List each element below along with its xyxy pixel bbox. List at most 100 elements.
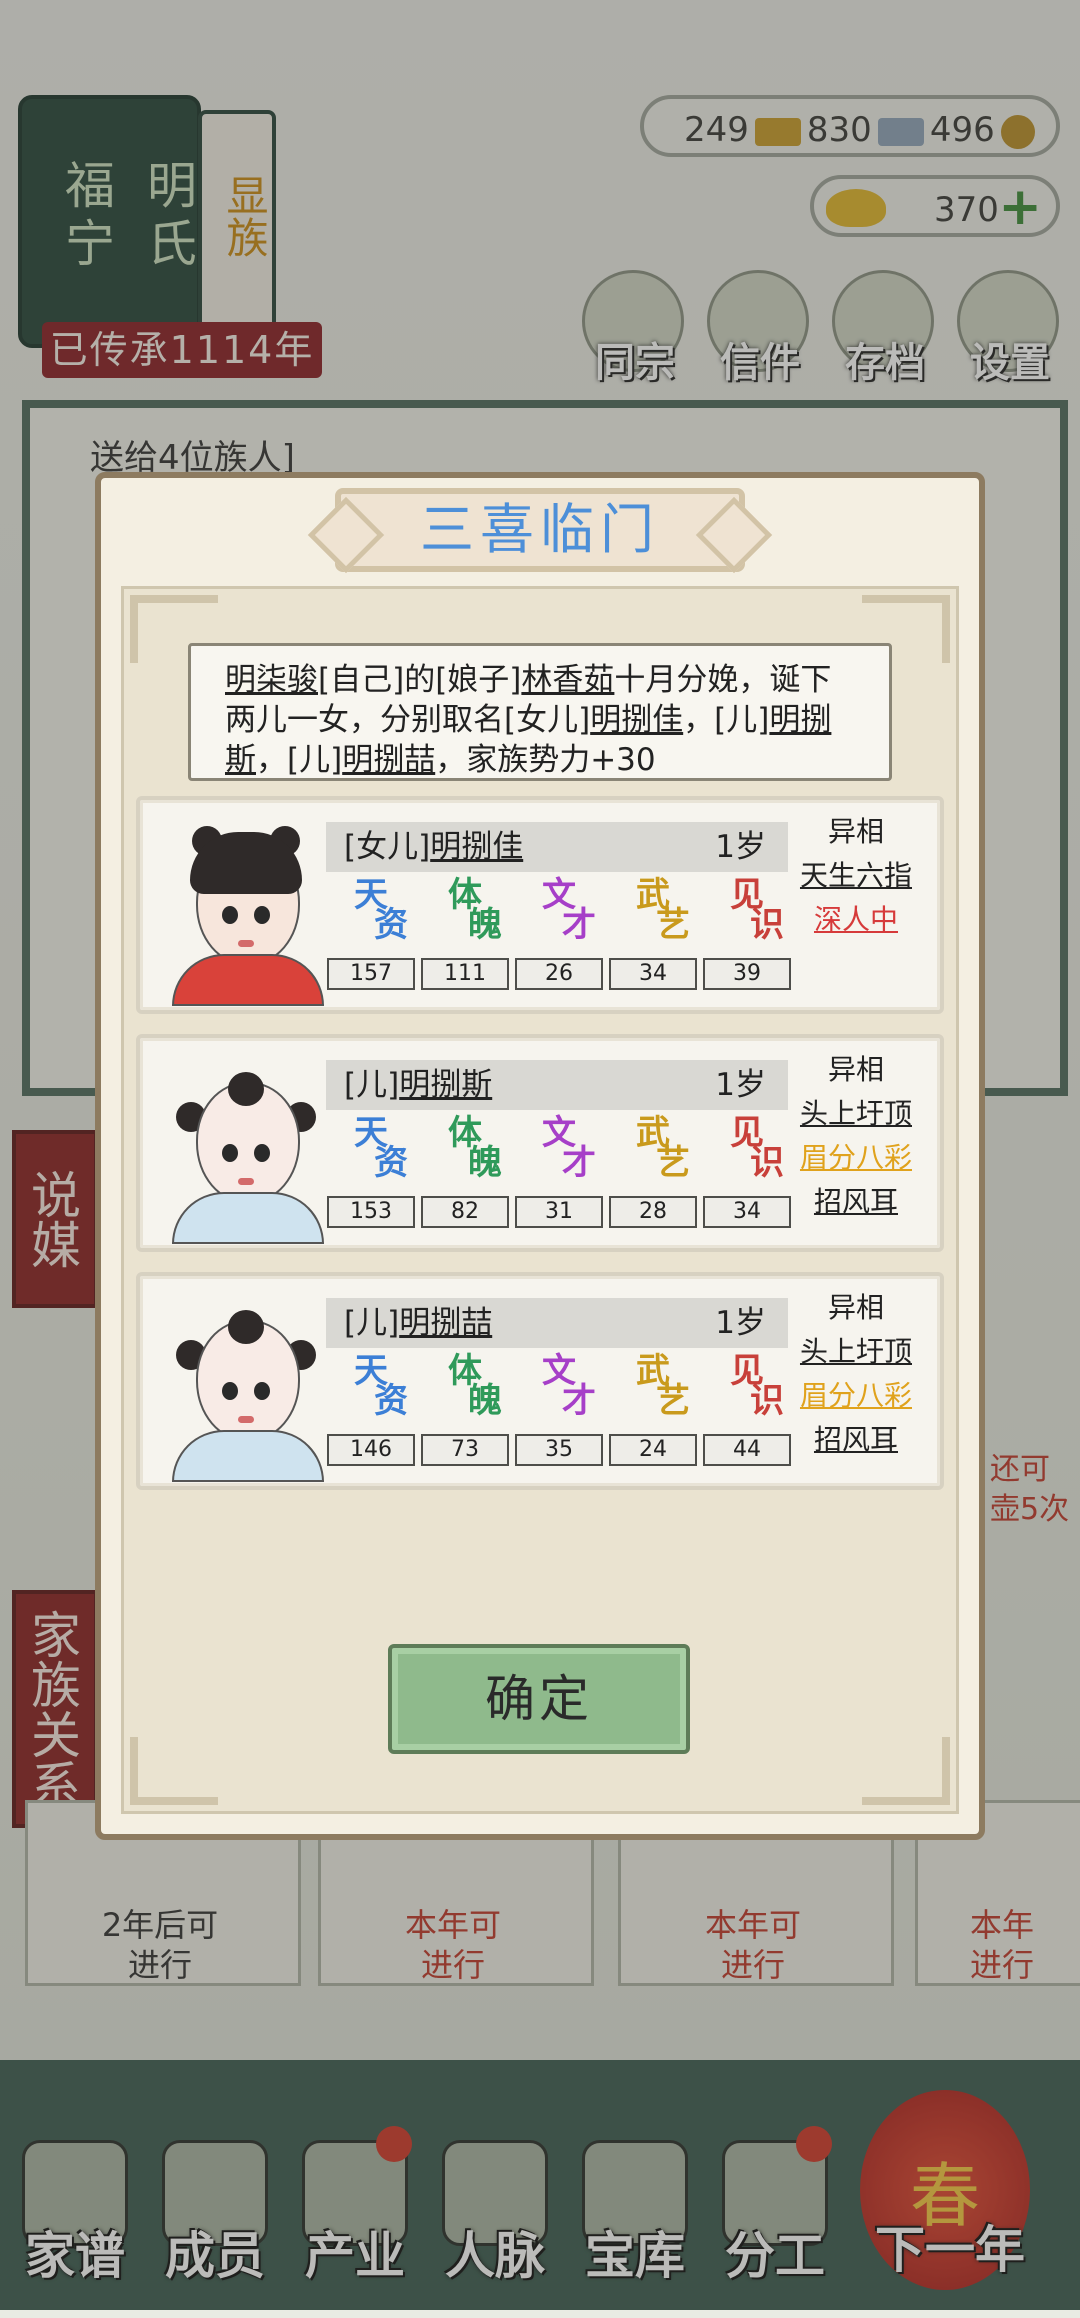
- stat-char: 资: [374, 1381, 408, 1421]
- child-name[interactable]: [儿]明捌喆: [344, 1298, 492, 1348]
- stat-char: 魄: [468, 905, 502, 945]
- stat-physique: 体魄 73: [420, 1354, 510, 1466]
- stat-value: 44: [703, 1434, 791, 1466]
- stat-label: 武艺: [608, 1116, 698, 1196]
- child1-name-link[interactable]: 明捌佳: [590, 702, 683, 738]
- child-avatar: [170, 1290, 324, 1482]
- stat-label: 天资: [326, 1116, 416, 1196]
- trait-link[interactable]: 眉分八彩: [786, 1374, 926, 1418]
- child-relation: [儿]: [344, 1067, 400, 1103]
- traits-list: 异相 头上圩顶 眉分八彩 招风耳: [786, 1286, 926, 1462]
- stat-talent: 天资 157: [326, 878, 416, 990]
- child-relation: [儿]: [344, 1305, 400, 1341]
- child-name[interactable]: [女儿]明捌佳: [344, 822, 523, 872]
- child-card[interactable]: [女儿]明捌佳 1岁 天资 157 体魄 111 文才 26 武艺 34 见识 39 异相…: [136, 796, 944, 1014]
- avatar-clothes: [172, 954, 324, 1006]
- stat-char: 资: [374, 905, 408, 945]
- trait-link[interactable]: 招风耳: [786, 1418, 926, 1462]
- stat-label: 体魄: [420, 1354, 510, 1434]
- avatar-mouth: [238, 1178, 254, 1185]
- stat-martial: 武艺 28: [608, 1116, 698, 1228]
- avatar-mouth: [238, 1416, 254, 1423]
- child-relation: [女儿]: [344, 829, 431, 865]
- message-text: [自己]的[娘子]: [318, 662, 522, 698]
- stat-char: 识: [750, 1381, 784, 1421]
- stat-char: 才: [562, 1381, 596, 1421]
- stat-value: 82: [421, 1196, 509, 1228]
- avatar-eye: [222, 906, 238, 924]
- stat-physique: 体魄 111: [420, 878, 510, 990]
- child-card[interactable]: [儿]明捌喆 1岁 天资 146 体魄 73 文才 35 武艺 24 见识 44 异相 头…: [136, 1272, 944, 1490]
- stat-martial: 武艺 24: [608, 1354, 698, 1466]
- avatar-mouth: [238, 940, 254, 947]
- stat-value: 39: [703, 958, 791, 990]
- stat-label: 文才: [514, 1354, 604, 1434]
- child-age: 1岁: [715, 829, 766, 865]
- stat-value: 31: [515, 1196, 603, 1228]
- event-message: 明柒骏[自己]的[娘子]林香茹十月分娩，诞下两儿一女，分别取名[女儿]明捌佳，[…: [188, 643, 892, 781]
- stat-label: 见识: [702, 1116, 792, 1196]
- stat-value: 73: [421, 1434, 509, 1466]
- stat-value: 34: [609, 958, 697, 990]
- stat-insight: 见识 34: [702, 1116, 792, 1228]
- child-name-bar: [女儿]明捌佳 1岁: [326, 822, 788, 872]
- trait-link[interactable]: 深人中: [786, 898, 926, 942]
- stat-char: 魄: [468, 1143, 502, 1183]
- corner-ornament: [862, 1737, 950, 1805]
- stat-char: 艺: [656, 905, 690, 945]
- child-card[interactable]: [儿]明捌斯 1岁 天资 153 体魄 82 文才 31 武艺 28 见识 34 异相 头…: [136, 1034, 944, 1252]
- stat-label: 武艺: [608, 878, 698, 958]
- trait-link[interactable]: 招风耳: [786, 1180, 926, 1224]
- child-name-bar: [儿]明捌斯 1岁: [326, 1060, 788, 1110]
- traits-list: 异相 头上圩顶 眉分八彩 招风耳: [786, 1048, 926, 1224]
- stat-insight: 见识 39: [702, 878, 792, 990]
- child-name-text: 明捌喆: [399, 1305, 493, 1341]
- confirm-button[interactable]: 确定: [388, 1644, 690, 1754]
- child-name[interactable]: [儿]明捌斯: [344, 1060, 492, 1110]
- stat-value: 28: [609, 1196, 697, 1228]
- stat-label: 天资: [326, 1354, 416, 1434]
- traits-title: 异相: [827, 1053, 884, 1086]
- avatar-eye: [222, 1144, 238, 1162]
- message-text: ，[儿]: [256, 742, 343, 778]
- stat-char: 艺: [656, 1381, 690, 1421]
- stat-literary: 文才 35: [514, 1354, 604, 1466]
- trait-link[interactable]: 天生六指: [786, 854, 926, 898]
- stat-label: 文才: [514, 1116, 604, 1196]
- avatar-eye: [254, 1144, 270, 1162]
- avatar-clothes: [172, 1192, 324, 1244]
- dialog-title-plate: 三喜临门: [307, 488, 773, 574]
- corner-ornament: [130, 1737, 218, 1805]
- traits-title: 异相: [827, 815, 884, 848]
- stat-label: 体魄: [420, 1116, 510, 1196]
- message-text: ，家族势力+30: [435, 742, 656, 778]
- stat-value: 153: [327, 1196, 415, 1228]
- stat-value: 35: [515, 1434, 603, 1466]
- message-text: ，[儿]: [683, 702, 770, 738]
- trait-link[interactable]: 头上圩顶: [786, 1330, 926, 1374]
- stat-martial: 武艺 34: [608, 878, 698, 990]
- stat-char: 资: [374, 1143, 408, 1183]
- child3-name-link[interactable]: 明捌喆: [342, 742, 435, 778]
- stat-physique: 体魄 82: [420, 1116, 510, 1228]
- child-avatar: [170, 814, 324, 1006]
- trait-link[interactable]: 头上圩顶: [786, 1092, 926, 1136]
- traits-list: 异相 天生六指 深人中: [786, 810, 926, 942]
- child-avatar: [170, 1052, 324, 1244]
- child-name-bar: [儿]明捌喆 1岁: [326, 1298, 788, 1348]
- stat-talent: 天资 146: [326, 1354, 416, 1466]
- stat-char: 魄: [468, 1381, 502, 1421]
- stat-char: 艺: [656, 1143, 690, 1183]
- trait-link[interactable]: 眉分八彩: [786, 1136, 926, 1180]
- child-name-text: 明捌斯: [399, 1067, 493, 1103]
- father-name-link[interactable]: 明柒骏: [225, 662, 318, 698]
- stat-char: 识: [750, 1143, 784, 1183]
- stat-value: 146: [327, 1434, 415, 1466]
- mother-name-link[interactable]: 林香茹: [521, 662, 614, 698]
- child-age: 1岁: [715, 1305, 766, 1341]
- child-age: 1岁: [715, 1067, 766, 1103]
- stat-char: 才: [562, 905, 596, 945]
- avatar-clothes: [172, 1430, 324, 1482]
- stat-value: 24: [609, 1434, 697, 1466]
- avatar-eye: [222, 1382, 238, 1400]
